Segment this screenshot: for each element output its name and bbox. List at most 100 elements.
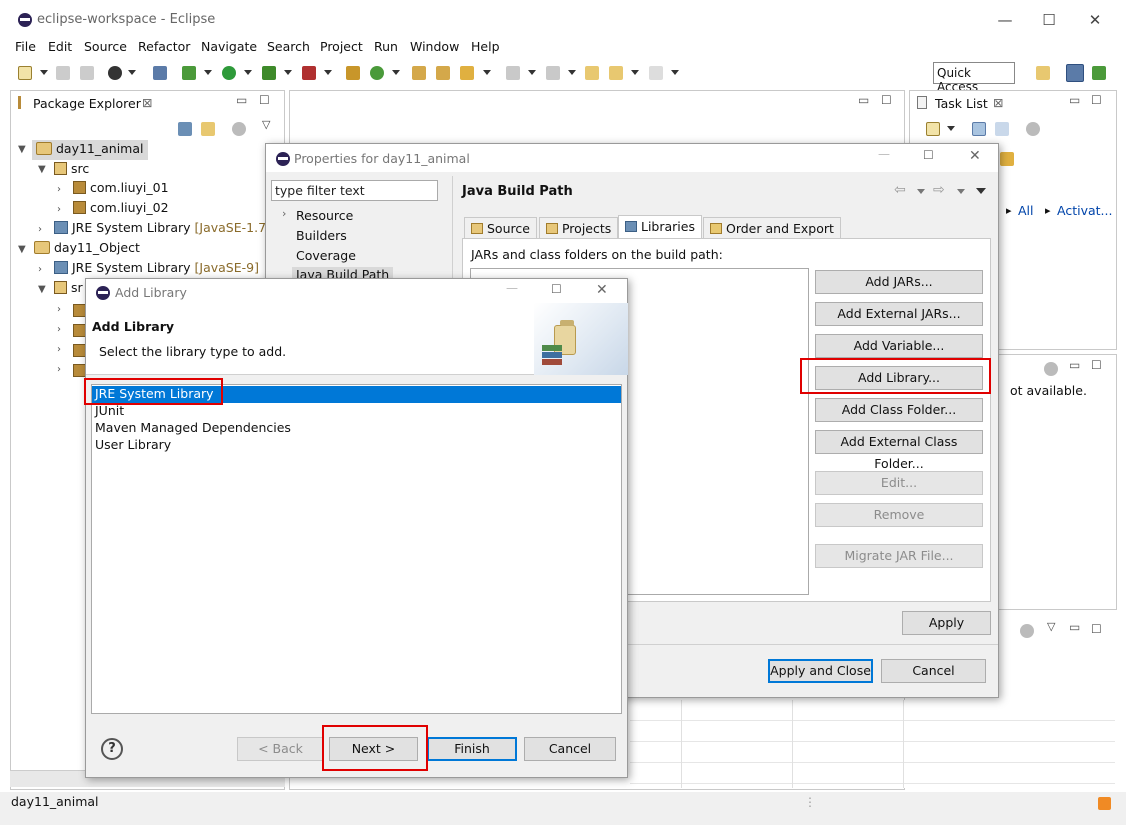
package-explorer-tab[interactable]: Package Explorer ⊠	[12, 92, 162, 116]
expand-icon[interactable]: ▼	[38, 284, 46, 295]
add-library-button[interactable]: Add Library...	[815, 366, 983, 390]
categorized-icon[interactable]	[972, 122, 986, 136]
add-jars-button[interactable]: Add JARs...	[815, 270, 983, 294]
java-perspective-icon[interactable]	[1066, 64, 1084, 82]
tab-libraries[interactable]: Libraries	[618, 215, 702, 239]
collapse-icon[interactable]: ›	[38, 224, 42, 235]
apply-and-close-button[interactable]: Apply and Close	[768, 659, 873, 683]
maximize-button[interactable]: ☐	[923, 148, 934, 162]
collapse-icon[interactable]: ›	[57, 344, 61, 355]
new-java-project-icon[interactable]	[346, 66, 360, 80]
apply-button[interactable]: Apply	[902, 611, 991, 635]
menu-project[interactable]: Project	[320, 39, 363, 54]
collapse-icon[interactable]: ›	[57, 184, 61, 195]
minimize-button[interactable]: —	[990, 8, 1020, 32]
cancel-button[interactable]: Cancel	[881, 659, 986, 683]
open-type-icon[interactable]	[412, 66, 426, 80]
forward-icon[interactable]	[649, 66, 663, 80]
menu-help[interactable]: Help	[471, 39, 500, 54]
menu-source[interactable]: Source	[84, 39, 127, 54]
run-icon[interactable]	[222, 66, 236, 80]
next-button[interactable]: Next >	[329, 737, 418, 761]
focus-icon[interactable]	[1044, 362, 1058, 376]
maximize-icon[interactable]: ☐	[259, 93, 270, 107]
maximize-icon[interactable]: ☐	[1091, 622, 1102, 636]
back-icon[interactable]	[609, 66, 623, 80]
minimize-icon[interactable]: ▭	[1069, 358, 1080, 372]
back-button[interactable]: < Back	[237, 737, 324, 761]
debug-icon[interactable]	[182, 66, 196, 80]
tree-item-src[interactable]: sr	[54, 280, 83, 300]
tab-projects[interactable]: Projects	[539, 217, 619, 239]
close-button[interactable]: ✕	[969, 148, 981, 164]
minimize-icon[interactable]: ▭	[858, 93, 869, 107]
close-button[interactable]: ✕	[1080, 8, 1110, 32]
tab-order-export[interactable]: Order and Export	[703, 217, 841, 239]
maximize-button[interactable]: ☐	[551, 282, 562, 296]
view-menu-icon[interactable]: ▽	[262, 118, 270, 131]
chevron-down-icon[interactable]	[284, 70, 292, 75]
tree-item-jre[interactable]: JRE System Library [JavaSE-9]	[54, 260, 259, 280]
menu-run[interactable]: Run	[374, 39, 398, 54]
tab-source[interactable]: Source	[464, 217, 537, 239]
view-menu-icon[interactable]: ▽	[1047, 620, 1055, 633]
collapse-icon[interactable]: ›	[57, 204, 61, 215]
list-item-jre-system-library[interactable]: JRE System Library	[95, 386, 214, 403]
debug-perspective-icon[interactable]	[1092, 66, 1106, 80]
nav-builders[interactable]: Builders	[296, 228, 347, 243]
chevron-down-icon[interactable]	[957, 189, 965, 194]
external-tools-icon[interactable]	[302, 66, 316, 80]
menu-navigate[interactable]: Navigate	[201, 39, 257, 54]
view-menu-icon[interactable]	[976, 188, 986, 194]
tree-item-project[interactable]: day11_animal	[32, 140, 148, 160]
chevron-down-icon[interactable]	[392, 70, 400, 75]
filter-input[interactable]: type filter text	[271, 180, 438, 201]
expand-icon[interactable]: ▼	[38, 164, 46, 175]
link-editor-icon[interactable]	[201, 122, 215, 136]
save-icon[interactable]	[56, 66, 70, 80]
collapse-icon[interactable]: ›	[57, 304, 61, 315]
find-all-link[interactable]: All	[1018, 203, 1034, 218]
migrate-jar-button[interactable]: Migrate JAR File...	[815, 544, 983, 568]
cancel-button[interactable]: Cancel	[524, 737, 616, 761]
chevron-down-icon[interactable]	[631, 70, 639, 75]
tree-item-package[interactable]: com.liuyi_02	[73, 200, 169, 220]
chevron-down-icon[interactable]	[568, 70, 576, 75]
close-button[interactable]: ✕	[596, 282, 608, 298]
close-icon[interactable]: ⊠	[993, 95, 1003, 110]
maximize-icon[interactable]: ☐	[881, 93, 892, 107]
add-external-class-folder-button[interactable]: Add External Class Folder...	[815, 430, 983, 471]
last-edit-icon[interactable]	[585, 66, 599, 80]
scheduled-icon[interactable]	[995, 122, 1009, 136]
menu-window[interactable]: Window	[410, 39, 459, 54]
collapse-icon[interactable]: ›	[57, 364, 61, 375]
expand-icon[interactable]: ▼	[18, 244, 26, 255]
maximize-button[interactable]: ☐	[1034, 8, 1064, 32]
coverage-icon[interactable]	[262, 66, 276, 80]
finish-button[interactable]: Finish	[427, 737, 517, 761]
add-variable-button[interactable]: Add Variable...	[815, 334, 983, 358]
new-task-icon[interactable]	[926, 122, 940, 136]
annotation-icon[interactable]	[506, 66, 520, 80]
chevron-down-icon[interactable]	[671, 70, 679, 75]
back-icon[interactable]: ⇦	[894, 182, 906, 198]
quick-access-field[interactable]: Quick Access	[933, 62, 1015, 94]
collapse-icon[interactable]: ›	[57, 324, 61, 335]
add-class-folder-button[interactable]: Add Class Folder...	[815, 398, 983, 422]
maximize-icon[interactable]: ☐	[1091, 358, 1102, 372]
remove-button[interactable]: Remove	[815, 503, 983, 527]
expand-icon[interactable]: ›	[282, 207, 286, 220]
nav-resource[interactable]: Resource	[296, 208, 353, 223]
new-icon[interactable]	[18, 66, 32, 80]
list-item-maven[interactable]: Maven Managed Dependencies	[95, 420, 291, 437]
close-icon[interactable]: ⊠	[142, 95, 152, 110]
chevron-down-icon[interactable]	[204, 70, 212, 75]
collapse-all-icon[interactable]	[178, 122, 192, 136]
edit-button[interactable]: Edit...	[815, 471, 983, 495]
skip-breakpoints-icon[interactable]	[153, 66, 167, 80]
help-icon[interactable]: ?	[101, 738, 123, 760]
search-icon[interactable]	[460, 66, 474, 80]
tree-item-package[interactable]: com.liuyi_01	[73, 180, 169, 200]
new-class-icon[interactable]	[370, 66, 384, 80]
tree-item-project[interactable]: day11_Object	[34, 240, 140, 260]
